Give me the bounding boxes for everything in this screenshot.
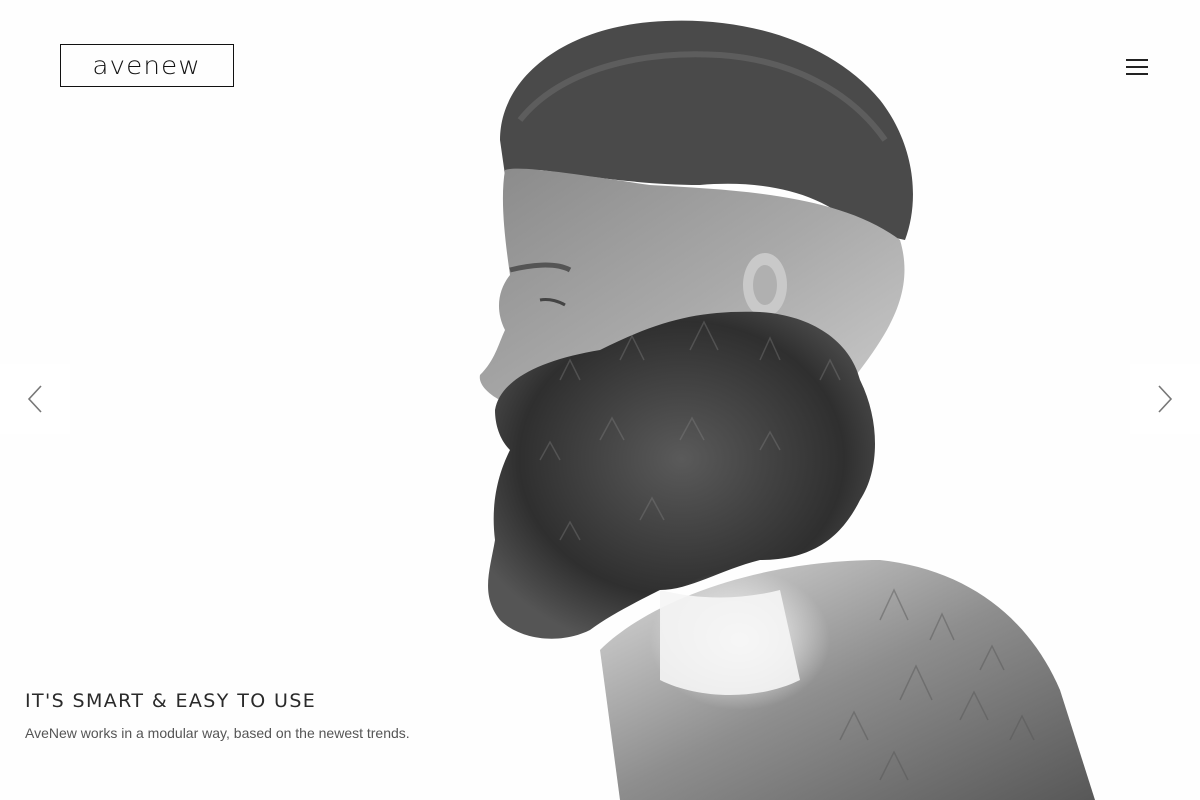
logo-link[interactable]: avenew bbox=[60, 44, 234, 87]
slider-prev-button[interactable] bbox=[0, 364, 70, 434]
slide-title: IT'S SMART & EASY TO USE bbox=[25, 690, 317, 712]
slide-caption: IT'S SMART & EASY TO USE AveNew works in… bbox=[25, 688, 545, 742]
hamburger-icon-bar bbox=[1126, 66, 1148, 68]
hero-slider: avenew IT'S SMART & EASY TO USE AveNew w… bbox=[0, 0, 1200, 800]
slide-description: AveNew works in a modular way, based on … bbox=[25, 725, 410, 741]
logo-text: avenew bbox=[92, 51, 202, 80]
chevron-left-icon bbox=[27, 385, 42, 413]
hero-portrait-image bbox=[479, 20, 1095, 800]
chevron-right-icon bbox=[1158, 385, 1173, 413]
slider-next-button[interactable] bbox=[1130, 364, 1200, 434]
hamburger-icon bbox=[1126, 59, 1148, 61]
menu-button[interactable] bbox=[1122, 56, 1152, 78]
hamburger-icon-bar bbox=[1126, 73, 1148, 75]
